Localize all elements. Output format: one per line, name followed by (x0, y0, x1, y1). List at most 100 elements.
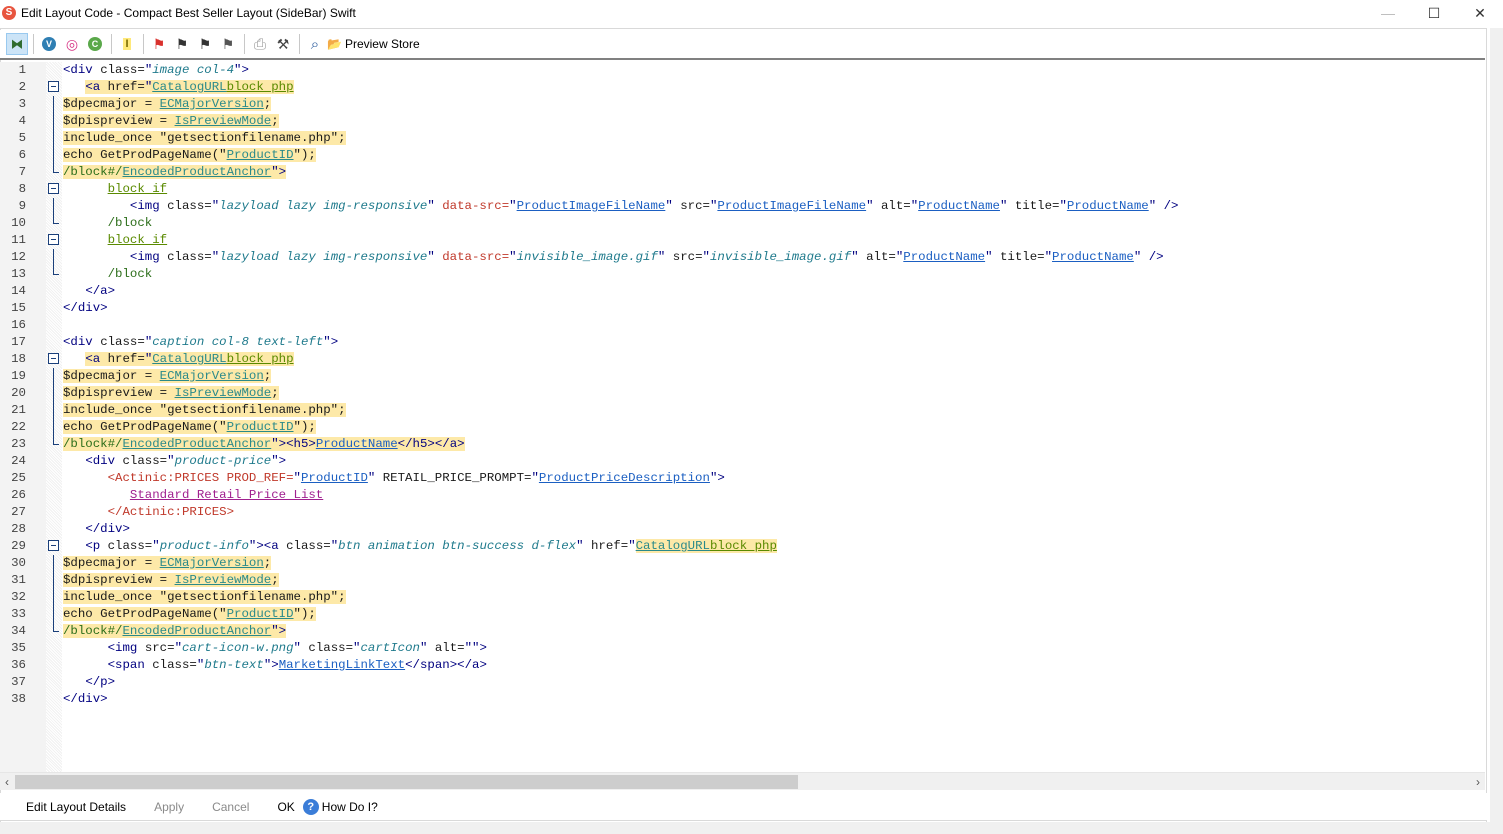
cancel-button[interactable]: Cancel (212, 800, 249, 814)
code-line[interactable]: 4 $dpispreview = IsPreviewMode; (0, 113, 1485, 130)
token-url[interactable]: IsPreviewMode (175, 114, 272, 128)
code-line[interactable]: 10 /block (0, 215, 1485, 232)
code-line[interactable]: 27 </Actinic:PRICES> (0, 504, 1485, 521)
token-url[interactable]: ECMajorVersion (160, 556, 264, 570)
token-url[interactable]: IsPreviewMode (175, 573, 272, 587)
token-blk[interactable]: block php (709, 539, 777, 553)
insert-condition-button[interactable]: C (84, 33, 106, 55)
add-bookmark-button[interactable]: ⚑ (148, 33, 170, 55)
code-line[interactable]: 6 echo GetProdPageName("ProductID"); (0, 147, 1485, 164)
collapse-fold-icon[interactable] (48, 183, 59, 194)
token-var[interactable]: ProductID (301, 471, 368, 485)
maximize-button[interactable]: ☐ (1411, 0, 1457, 26)
tools-button[interactable]: ⚒ (272, 33, 294, 55)
code-line[interactable]: 1 <div class="image col-4"> (0, 62, 1485, 79)
code-line[interactable]: 19 $dpecmajor = ECMajorVersion; (0, 368, 1485, 385)
token-var[interactable]: ProductName (903, 250, 985, 264)
token-var[interactable]: ProductName (1052, 250, 1134, 264)
token-url[interactable]: CatalogURL (152, 80, 226, 94)
edit-layout-details-button[interactable]: Edit Layout Details (26, 800, 126, 814)
token-url[interactable]: ProductID (227, 148, 294, 162)
print-button[interactable]: ⎙ (249, 33, 271, 55)
code-line[interactable]: 24 <div class="product-price"> (0, 453, 1485, 470)
code-line[interactable]: 16 (0, 317, 1485, 334)
next-bookmark-button[interactable]: ⚑ (171, 33, 193, 55)
token-url[interactable]: ProductID (227, 607, 294, 621)
token-blk[interactable]: block if (108, 182, 168, 196)
code-line[interactable]: 5 include_once "getsectionfilename.php"; (0, 130, 1485, 147)
token-url[interactable]: EncodedProductAnchor (123, 437, 272, 451)
code-line[interactable]: 20 $dpispreview = IsPreviewMode; (0, 385, 1485, 402)
code-line[interactable]: 14 </a> (0, 283, 1485, 300)
code-line[interactable]: 37 </p> (0, 674, 1485, 691)
token-blk[interactable]: block php (227, 80, 294, 94)
collapse-fold-icon[interactable] (48, 81, 59, 92)
scroll-left-arrow-icon[interactable]: ‹ (0, 773, 14, 791)
clear-bookmarks-button[interactable]: ⚑ (217, 33, 239, 55)
close-button[interactable]: ✕ (1457, 0, 1503, 26)
code-line[interactable]: 2 <a href="CatalogURLblock php (0, 79, 1485, 96)
apply-button[interactable]: Apply (154, 800, 184, 814)
code-line[interactable]: 38 </div> (0, 691, 1485, 708)
token-url[interactable]: IsPreviewMode (175, 386, 272, 400)
code-line[interactable]: 31 $dpispreview = IsPreviewMode; (0, 572, 1485, 589)
token-var[interactable]: ProductPriceDescription (539, 471, 710, 485)
preview-store-button[interactable]: 📂 Preview Store (327, 33, 420, 55)
insert-variable-button[interactable]: V (38, 33, 60, 55)
token-url[interactable]: CatalogURL (635, 539, 710, 553)
code-line[interactable]: 26 Standard Retail Price List (0, 487, 1485, 504)
ok-button[interactable]: OK (277, 800, 294, 814)
token-var[interactable]: ProductImageFileName (517, 199, 666, 213)
collapse-fold-icon[interactable] (48, 540, 59, 551)
find-button[interactable]: ⌕ (304, 33, 326, 55)
insert-selector-button[interactable]: ◎ (61, 33, 83, 55)
code-line[interactable]: 22 echo GetProdPageName("ProductID"); (0, 419, 1485, 436)
code-line[interactable]: 23/block#/EncodedProductAnchor"><h5>Prod… (0, 436, 1485, 453)
code-line[interactable]: 8 block if (0, 181, 1485, 198)
token-url[interactable]: ECMajorVersion (160, 97, 264, 111)
code-line[interactable]: 25 <Actinic:PRICES PROD_REF="ProductID" … (0, 470, 1485, 487)
token-var[interactable]: ProductImageFileName (717, 199, 866, 213)
token-url[interactable]: EncodedProductAnchor (123, 165, 272, 179)
code-line[interactable]: 29 <p class="product-info"><a class="btn… (0, 538, 1485, 555)
code-line[interactable]: 7/block#/EncodedProductAnchor"> (0, 164, 1485, 181)
code-line[interactable]: 32 include_once "getsectionfilename.php"; (0, 589, 1485, 606)
token-var[interactable]: MarketingLinkText (279, 658, 405, 672)
token-url[interactable]: ECMajorVersion (160, 369, 264, 383)
code-line[interactable]: 35 <img src="cart-icon-w.png" class="car… (0, 640, 1485, 657)
code-line[interactable]: 34/block#/EncodedProductAnchor"> (0, 623, 1485, 640)
code-line[interactable]: 28 </div> (0, 521, 1485, 538)
token-url[interactable]: ProductID (227, 420, 294, 434)
token-var[interactable]: ProductName (316, 437, 398, 451)
code-line[interactable]: 3 $dpecmajor = ECMajorVersion; (0, 96, 1485, 113)
token-purple[interactable]: Standard Retail Price List (130, 488, 323, 502)
code-editor[interactable]: 1 <div class="image col-4"> 2 <a href="Cat… (0, 62, 1485, 772)
token-url[interactable]: CatalogURL (152, 352, 226, 366)
scroll-right-arrow-icon[interactable]: › (1471, 773, 1485, 791)
collapse-fold-icon[interactable] (48, 353, 59, 364)
minimize-button[interactable]: — (1365, 0, 1411, 26)
token-var[interactable]: ProductName (918, 199, 1000, 213)
code-line[interactable]: 9 <img class="lazyload lazy img-responsi… (0, 198, 1485, 215)
code-line[interactable]: 11 block if (0, 232, 1485, 249)
code-line[interactable]: 33 echo GetProdPageName("ProductID"); (0, 606, 1485, 623)
code-line[interactable]: 12 <img class="lazyload lazy img-respons… (0, 249, 1485, 266)
horizontal-scrollbar[interactable]: ‹ › (0, 772, 1485, 790)
code-line[interactable]: 17 <div class="caption col-8 text-left"> (0, 334, 1485, 351)
token-blk[interactable]: block php (227, 352, 294, 366)
token-var[interactable]: ProductName (1067, 199, 1149, 213)
code-line[interactable]: 18 <a href="CatalogURLblock php (0, 351, 1485, 368)
previous-bookmark-button[interactable]: ⚑ (194, 33, 216, 55)
code-line[interactable]: 15 </div> (0, 300, 1485, 317)
insert-text-button[interactable]: I (116, 33, 138, 55)
scrollbar-thumb[interactable] (15, 775, 798, 789)
how-do-i-button[interactable]: ? How Do I? (302, 798, 378, 815)
code-line[interactable]: 13 /block (0, 266, 1485, 283)
token-blk[interactable]: block if (108, 233, 168, 247)
code-line[interactable]: 30 $dpecmajor = ECMajorVersion; (0, 555, 1485, 572)
code-line[interactable]: 36 <span class="btn-text">MarketingLinkT… (0, 657, 1485, 674)
token-url[interactable]: EncodedProductAnchor (123, 624, 272, 638)
toggle-view-button[interactable]: ⧓ (6, 33, 28, 55)
collapse-fold-icon[interactable] (48, 234, 59, 245)
code-line[interactable]: 21 include_once "getsectionfilename.php"; (0, 402, 1485, 419)
